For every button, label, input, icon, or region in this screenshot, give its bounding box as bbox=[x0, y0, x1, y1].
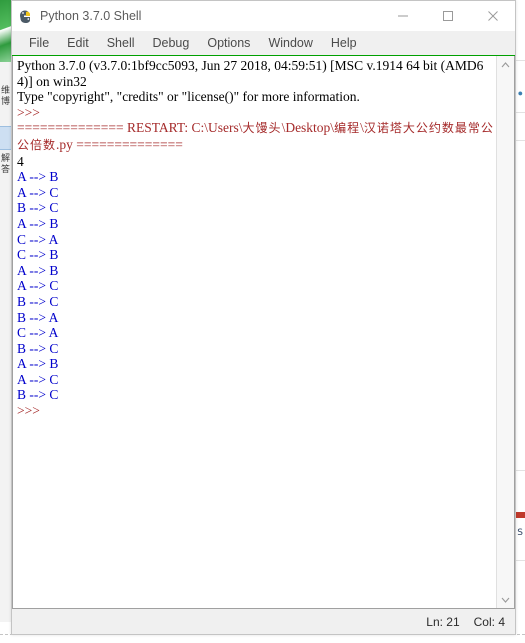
background-left-panel-item-2: 解答 bbox=[0, 154, 10, 175]
shell-line: A --> C bbox=[17, 371, 59, 387]
shell-line: A --> C bbox=[17, 278, 59, 294]
shell-line: B --> C bbox=[17, 340, 59, 356]
python-shell-window: Python 3.7.0 Shell File Edit Shell Debug… bbox=[11, 0, 516, 635]
shell-line: ============== RESTART: C:\Users\大馒头\Des… bbox=[17, 120, 494, 152]
shell-line: B --> C bbox=[17, 200, 59, 216]
shell-line: C --> A bbox=[17, 231, 59, 247]
minimize-button[interactable] bbox=[380, 1, 425, 30]
chevron-down-icon[interactable] bbox=[497, 591, 514, 608]
shell-line: >>> bbox=[17, 403, 44, 419]
shell-line: A --> B bbox=[17, 262, 59, 278]
menu-item-edit[interactable]: Edit bbox=[58, 34, 98, 52]
shell-output-area[interactable]: Python 3.7.0 (v3.7.0:1bf9cc5093, Jun 27 … bbox=[12, 56, 515, 609]
shell-scrollbar[interactable] bbox=[496, 56, 514, 608]
menu-item-debug[interactable]: Debug bbox=[144, 34, 199, 52]
menu-item-file[interactable]: File bbox=[20, 34, 58, 52]
status-column-indicator: Col: 4 bbox=[473, 615, 505, 629]
background-right-glyph: S bbox=[517, 528, 523, 538]
status-bar: Ln: 21 Col: 4 bbox=[12, 609, 515, 634]
shell-line: 4 bbox=[17, 153, 24, 169]
background-left-panel-selection bbox=[0, 126, 11, 150]
menu-item-window[interactable]: Window bbox=[259, 34, 321, 52]
shell-text-content[interactable]: Python 3.7.0 (v3.7.0:1bf9cc5093, Jun 27 … bbox=[13, 56, 496, 608]
window-title: Python 3.7.0 Shell bbox=[40, 8, 142, 23]
menu-item-options[interactable]: Options bbox=[198, 34, 259, 52]
background-left-panel-item-1: 维博 bbox=[0, 86, 10, 107]
close-button[interactable] bbox=[470, 1, 515, 30]
shell-line: >>> bbox=[17, 104, 44, 120]
menu-item-help[interactable]: Help bbox=[322, 34, 366, 52]
shell-line: B --> C bbox=[17, 293, 59, 309]
title-bar[interactable]: Python 3.7.0 Shell bbox=[12, 1, 515, 31]
shell-line: A --> B bbox=[17, 169, 59, 185]
shell-line: Type "copyright", "credits" or "license(… bbox=[17, 89, 360, 105]
status-line-indicator: Ln: 21 bbox=[426, 615, 460, 629]
background-taskbar bbox=[0, 634, 525, 643]
shell-line-cjk: 大馒头 bbox=[242, 121, 282, 136]
shell-line: C --> B bbox=[17, 247, 59, 263]
shell-line: A --> B bbox=[17, 356, 59, 372]
maximize-button[interactable] bbox=[425, 1, 470, 30]
shell-line: A --> B bbox=[17, 215, 59, 231]
shell-line: B --> C bbox=[17, 387, 59, 403]
shell-line: A --> C bbox=[17, 184, 59, 200]
shell-line-cjk: 编程 bbox=[334, 121, 361, 136]
shell-line: Python 3.7.0 (v3.7.0:1bf9cc5093, Jun 27 … bbox=[17, 58, 484, 89]
python-idle-icon bbox=[17, 8, 33, 24]
shell-line: C --> A bbox=[17, 325, 59, 341]
chevron-up-icon[interactable] bbox=[497, 56, 514, 73]
background-right-icon: ● bbox=[517, 88, 523, 98]
menu-bar: File Edit Shell Debug Options Window Hel… bbox=[12, 31, 515, 56]
shell-line: B --> A bbox=[17, 309, 59, 325]
menu-item-shell[interactable]: Shell bbox=[98, 34, 144, 52]
